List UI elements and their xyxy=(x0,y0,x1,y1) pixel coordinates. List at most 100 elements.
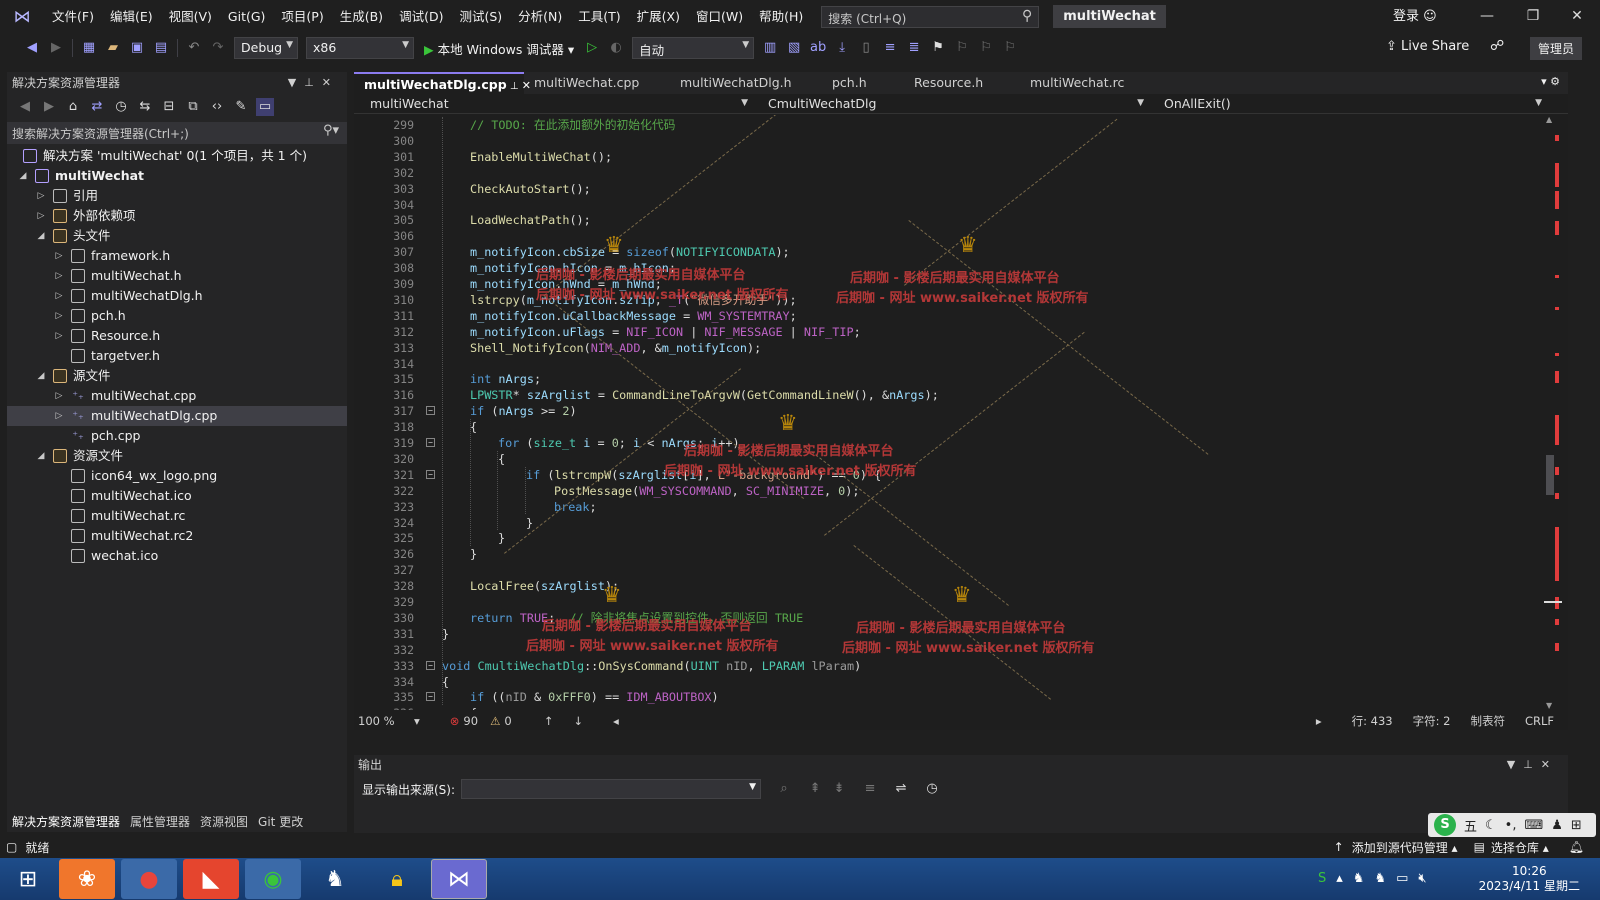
tree-item[interactable]: multiWechat.rc xyxy=(7,506,347,526)
project-nav-select[interactable]: multiWechat ▼ xyxy=(354,96,752,111)
tree-item[interactable]: ▷ ⁺₊ multiWechat.cpp xyxy=(7,386,347,406)
run-debugger-button[interactable]: ▶ 本地 Windows 调试器 ▾ xyxy=(424,39,574,58)
outdent-icon[interactable]: ≣ xyxy=(905,39,923,57)
indent-icon[interactable]: ≡ xyxy=(881,39,899,57)
vertical-scrollbar[interactable]: ▲ ▼ xyxy=(1544,115,1562,710)
browse-icon[interactable]: ▥ xyxy=(761,39,779,57)
user-icon[interactable]: ♟ xyxy=(1551,818,1563,833)
editor-tab[interactable]: pch.h xyxy=(822,72,904,94)
back-icon[interactable]: ◀ xyxy=(16,98,34,116)
menu-item[interactable]: 工具(T) xyxy=(570,0,628,33)
tab-mode-indicator[interactable]: 制表符 xyxy=(1470,713,1505,729)
code-view-icon[interactable]: ‹› xyxy=(208,98,226,116)
bookmark-icon[interactable]: ⚑ xyxy=(929,39,947,57)
chevron-collapsed-icon[interactable]: ▷ xyxy=(35,186,47,206)
qq-icon[interactable]: ♞ xyxy=(307,859,363,899)
chevron-collapsed-icon[interactable]: ▷ xyxy=(53,246,65,266)
chevron-collapsed-icon[interactable]: ▷ xyxy=(35,206,47,226)
output-source-select[interactable]: ▼ xyxy=(461,779,762,799)
maximize-button[interactable]: ❐ xyxy=(1510,0,1556,33)
collapse-block-icon[interactable]: − xyxy=(426,692,435,702)
menu-item[interactable]: 扩展(X) xyxy=(629,0,688,33)
network-icon[interactable]: ▭ xyxy=(1396,871,1418,886)
chevron-collapsed-icon[interactable]: ▷ xyxy=(53,266,65,286)
close-window-button[interactable]: ✕ xyxy=(1554,0,1600,33)
punctuation-icon[interactable]: •, xyxy=(1505,818,1517,833)
tree-item[interactable]: ▷ multiWechat.h xyxy=(7,266,347,286)
step-icon[interactable]: ⤓ xyxy=(833,39,851,57)
panel-tab[interactable]: Git 更改 xyxy=(253,813,308,830)
next-message-icon[interactable]: ⇟ xyxy=(830,780,848,798)
panel-tab[interactable]: 属性管理器 xyxy=(125,813,195,830)
menu-item[interactable]: 帮助(H) xyxy=(751,0,811,33)
chevron-expanded-icon[interactable]: ◢ xyxy=(35,226,47,246)
close-panel-icon[interactable]: ✕ xyxy=(322,76,339,89)
preview-icon[interactable]: ▭ xyxy=(256,98,274,116)
save-all-icon[interactable]: ▤ xyxy=(152,39,170,57)
forward-icon[interactable]: ▶ xyxy=(47,39,65,57)
collapse-block-icon[interactable]: − xyxy=(426,469,435,479)
start-button[interactable]: ⊞ xyxy=(3,859,53,899)
tree-item[interactable]: ◢ multiWechat xyxy=(7,166,347,186)
chevron-expanded-icon[interactable]: ◢ xyxy=(35,446,47,466)
warning-count[interactable]: 0 xyxy=(504,714,511,728)
arrow-up-icon[interactable]: ↑ xyxy=(544,714,554,728)
collapse-block-icon[interactable]: − xyxy=(426,438,435,447)
wechat-icon[interactable]: ◉ xyxy=(245,859,301,899)
menu-item[interactable]: 项目(P) xyxy=(273,0,331,33)
tree-item[interactable]: ▷ framework.h xyxy=(7,246,347,266)
sync-icon[interactable]: ⇆ xyxy=(136,98,154,116)
lock-app-icon[interactable]: 🔒︎ xyxy=(369,859,425,899)
collapse-all-icon[interactable]: ⊟ xyxy=(160,98,178,116)
minimize-button[interactable]: — xyxy=(1464,0,1510,33)
next-bookmark-icon[interactable]: ⚐ xyxy=(977,39,995,57)
sogou-tray-icon[interactable]: S xyxy=(1318,871,1336,886)
tree-item[interactable]: 解决方案 'multiWechat' 0(1 个项目，共 1 个) xyxy=(7,146,347,166)
columns-icon[interactable]: ▯ xyxy=(857,39,875,57)
solution-explorer-search-input[interactable]: 搜索解决方案资源管理器(Ctrl+;) ⚲▾ xyxy=(7,122,347,144)
menu-item[interactable]: 分析(N) xyxy=(510,0,570,33)
new-project-icon[interactable]: ▦ xyxy=(80,39,98,57)
collapse-block-icon[interactable]: − xyxy=(426,660,435,670)
keyboard-icon[interactable]: ⌨ xyxy=(1524,818,1543,833)
tree-item[interactable]: multiWechat.rc2 xyxy=(7,526,347,546)
platform-select[interactable]: x86 ▼ xyxy=(306,37,414,59)
tree-item[interactable]: ⁺₊ pch.cpp xyxy=(7,426,347,446)
start-without-debug-icon[interactable]: ▷ xyxy=(583,39,601,57)
editor-tab[interactable]: multiWechat.rc xyxy=(1020,72,1150,94)
prev-message-icon[interactable]: ⇞ xyxy=(806,780,824,798)
line-ending-indicator[interactable]: CRLF xyxy=(1525,714,1554,728)
chevron-down-icon[interactable]: ▾ xyxy=(414,714,420,728)
tree-item[interactable]: multiWechat.ico xyxy=(7,486,347,506)
tree-item[interactable]: ▷ Resource.h xyxy=(7,326,347,346)
moon-icon[interactable]: ☾ xyxy=(1485,818,1497,833)
undo-icon[interactable]: ↶ xyxy=(185,39,203,57)
chevron-collapsed-icon[interactable]: ▷ xyxy=(53,406,65,426)
tree-item[interactable]: ◢ 头文件 xyxy=(7,226,347,246)
visual-studio-taskbar-icon[interactable]: ⋈ xyxy=(431,859,487,899)
word-wrap-icon[interactable]: ⇌ xyxy=(892,780,910,798)
chevron-collapsed-icon[interactable]: ▷ xyxy=(53,286,65,306)
member-nav-select[interactable]: OnAllExit() ▼ xyxy=(1148,96,1546,111)
find-icon[interactable]: ⌕ xyxy=(775,780,793,798)
chrome-icon[interactable]: ● xyxy=(121,859,177,899)
redo-icon[interactable]: ↷ xyxy=(209,39,227,57)
search-input[interactable]: 搜索 (Ctrl+Q) ⚲ xyxy=(821,5,1040,28)
forward-icon[interactable]: ▶ xyxy=(40,98,58,116)
prev-bookmark-icon[interactable]: ⚐ xyxy=(953,39,971,57)
menu-item[interactable]: 文件(F) xyxy=(44,0,102,33)
back-icon[interactable]: ◀ xyxy=(23,39,41,57)
panel-tab[interactable]: 资源视图 xyxy=(195,813,253,830)
dropdown-icon[interactable]: ▼ xyxy=(288,76,304,89)
close-panel-icon[interactable]: ✕ xyxy=(1541,758,1558,771)
scroll-up-icon[interactable]: ▲ xyxy=(1546,115,1552,124)
tray-expand-icon[interactable]: ▴ xyxy=(1336,871,1353,886)
home-icon[interactable]: ⌂ xyxy=(64,98,82,116)
scroll-left-icon[interactable]: ◂ xyxy=(613,714,619,728)
qq-tray-icon-2[interactable]: ♞ xyxy=(1374,871,1396,886)
feedback-icon[interactable]: ☍ xyxy=(1490,38,1504,54)
tree-item[interactable]: targetver.h xyxy=(7,346,347,366)
open-folder-icon[interactable]: ▰ xyxy=(104,39,122,57)
tree-item[interactable]: ▷ pch.h xyxy=(7,306,347,326)
chevron-collapsed-icon[interactable]: ▷ xyxy=(53,326,65,346)
